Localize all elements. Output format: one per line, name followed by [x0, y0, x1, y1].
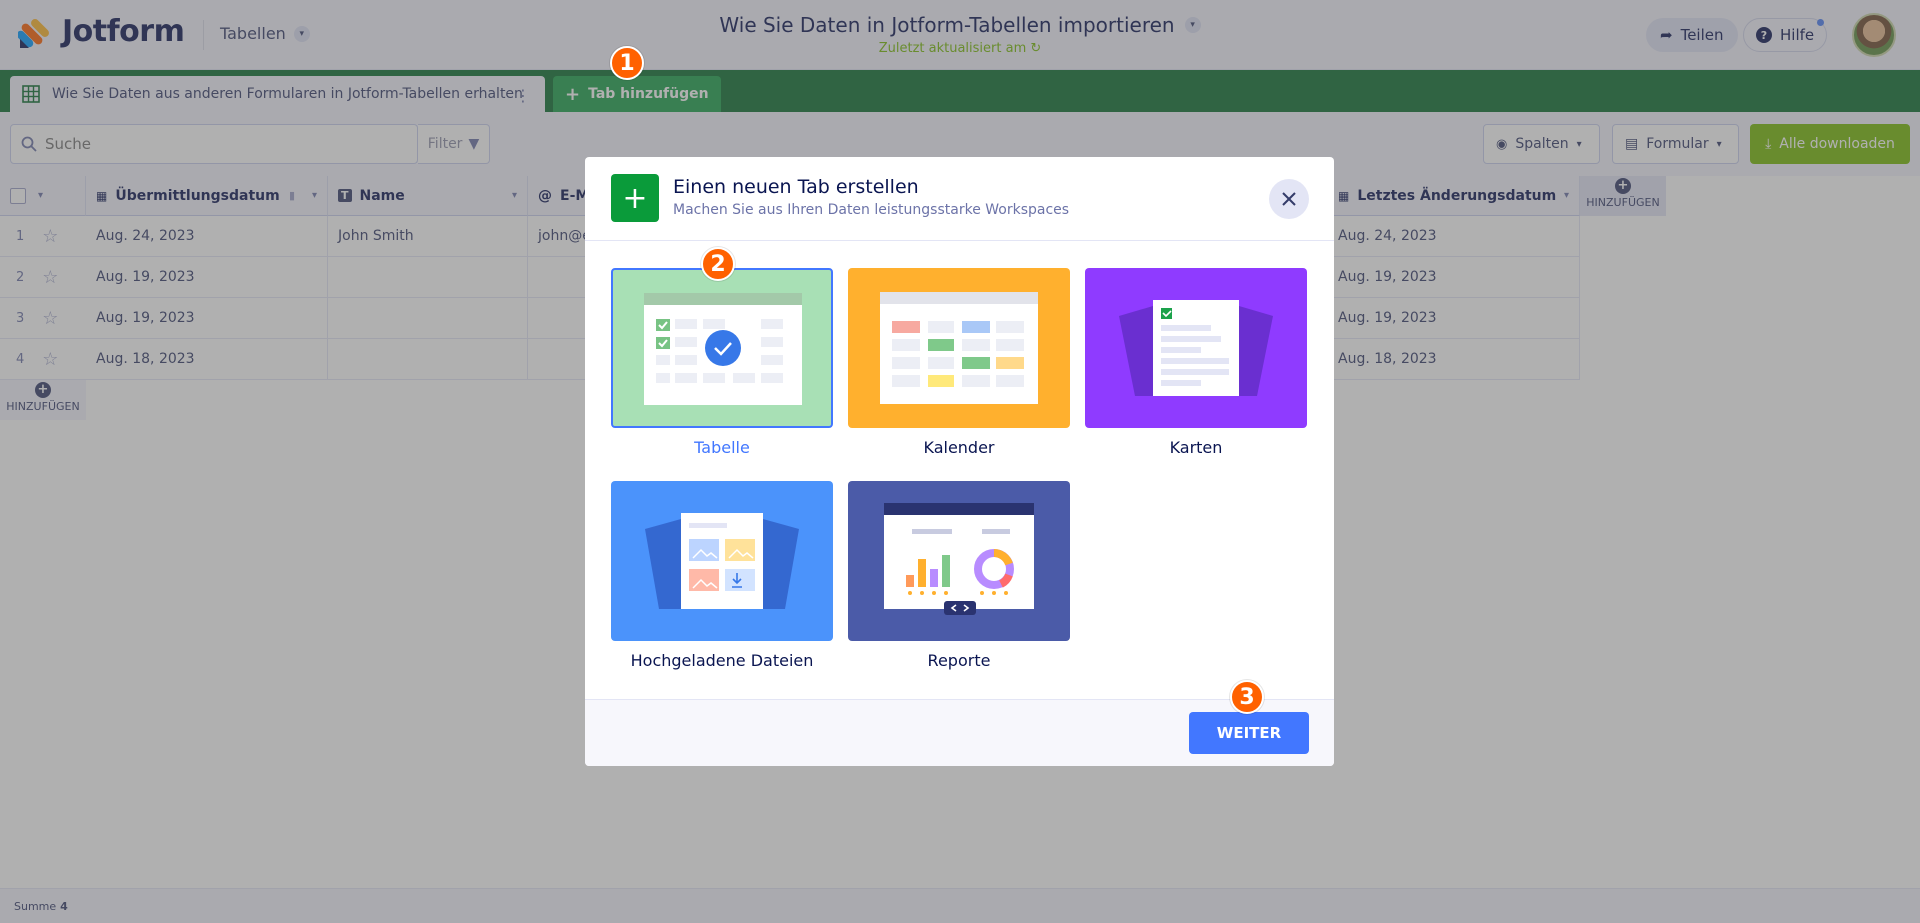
table-illustration-icon [644, 293, 802, 405]
step-badge-3: 3 [1230, 680, 1264, 714]
option-cards-card[interactable] [1085, 268, 1307, 428]
close-icon [1282, 192, 1296, 206]
option-uploads-card[interactable] [611, 481, 833, 641]
option-table-card[interactable] [611, 268, 833, 428]
dialog-subtitle: Machen Sie aus Ihren Daten leistungsstar… [673, 202, 1070, 218]
option-uploads-label[interactable]: Hochgeladene Dateien [611, 651, 833, 670]
option-calendar-label[interactable]: Kalender [848, 438, 1070, 457]
uploads-illustration-icon [645, 513, 799, 609]
dialog-header: + Einen neuen Tab erstellen Machen Sie a… [585, 157, 1334, 241]
step-badge-2: 2 [701, 247, 735, 281]
option-cards-label[interactable]: Karten [1085, 438, 1307, 457]
calendar-illustration-icon [880, 292, 1038, 404]
option-reports-card[interactable] [848, 481, 1070, 641]
plus-icon: + [611, 174, 659, 222]
reports-illustration-icon [884, 503, 1034, 615]
step-badge-1: 1 [610, 46, 644, 80]
cards-illustration-icon [1119, 300, 1273, 396]
dialog-title: Einen neuen Tab erstellen [673, 176, 919, 198]
next-button[interactable]: WEITER [1189, 712, 1309, 754]
option-calendar-card[interactable] [848, 268, 1070, 428]
create-tab-dialog: + Einen neuen Tab erstellen Machen Sie a… [585, 157, 1334, 766]
option-reports-label[interactable]: Reporte [848, 651, 1070, 670]
option-table-label[interactable]: Tabelle [611, 438, 833, 457]
close-button[interactable] [1269, 179, 1309, 219]
